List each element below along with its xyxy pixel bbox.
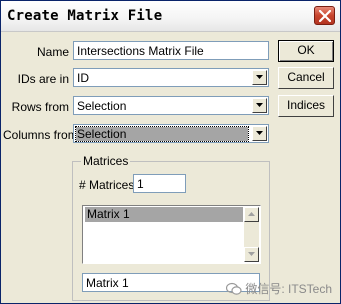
rows-dropdown-button[interactable] [252, 98, 267, 113]
columns-dropdown[interactable]: Selection [73, 124, 269, 143]
cancel-button[interactable]: Cancel [278, 67, 334, 89]
matrices-count-field[interactable]: 1 [133, 174, 186, 193]
matrices-group-label: Matrices [81, 154, 131, 168]
scroll-up-icon [248, 212, 255, 216]
chevron-down-icon [256, 103, 263, 107]
dialog-title: Create Matrix File [7, 8, 163, 24]
list-item[interactable]: Matrix 1 [85, 207, 243, 222]
matrices-listbox[interactable]: Matrix 1 [82, 205, 261, 264]
columns-label: Columns from [3, 128, 78, 142]
ids-value: ID [77, 71, 89, 85]
watermark-text: 微信号: ITSTech [245, 282, 332, 296]
wechat-icon [226, 282, 242, 295]
scroll-down-button[interactable] [244, 247, 259, 262]
scroll-up-button[interactable] [244, 207, 259, 222]
list-scrollbar[interactable] [244, 207, 259, 262]
indices-button[interactable]: Indices [278, 95, 334, 117]
rows-dropdown[interactable]: Selection [73, 96, 269, 115]
rows-value: Selection [77, 99, 127, 113]
matrices-count-label: # Matrices [79, 178, 135, 192]
scroll-down-icon [248, 252, 255, 256]
chevron-down-icon [256, 75, 263, 79]
name-label: Name [36, 45, 69, 59]
columns-dropdown-button[interactable] [252, 126, 267, 141]
ids-dropdown[interactable]: ID [73, 68, 269, 87]
rows-label: Rows from [11, 100, 69, 114]
close-icon [319, 10, 331, 22]
ids-label: IDs are in [17, 72, 69, 86]
close-button[interactable] [314, 6, 335, 25]
ids-dropdown-button[interactable] [252, 70, 267, 85]
columns-value: Selection [75, 126, 249, 142]
name-field[interactable]: Intersections Matrix File [73, 41, 269, 60]
chevron-down-icon [256, 131, 263, 135]
ok-button[interactable]: OK [278, 40, 334, 62]
create-matrix-file-dialog: Create Matrix File Name Intersections Ma… [0, 0, 341, 304]
title-bar[interactable]: Create Matrix File [1, 1, 340, 32]
watermark: 微信号: ITSTech [226, 280, 332, 297]
